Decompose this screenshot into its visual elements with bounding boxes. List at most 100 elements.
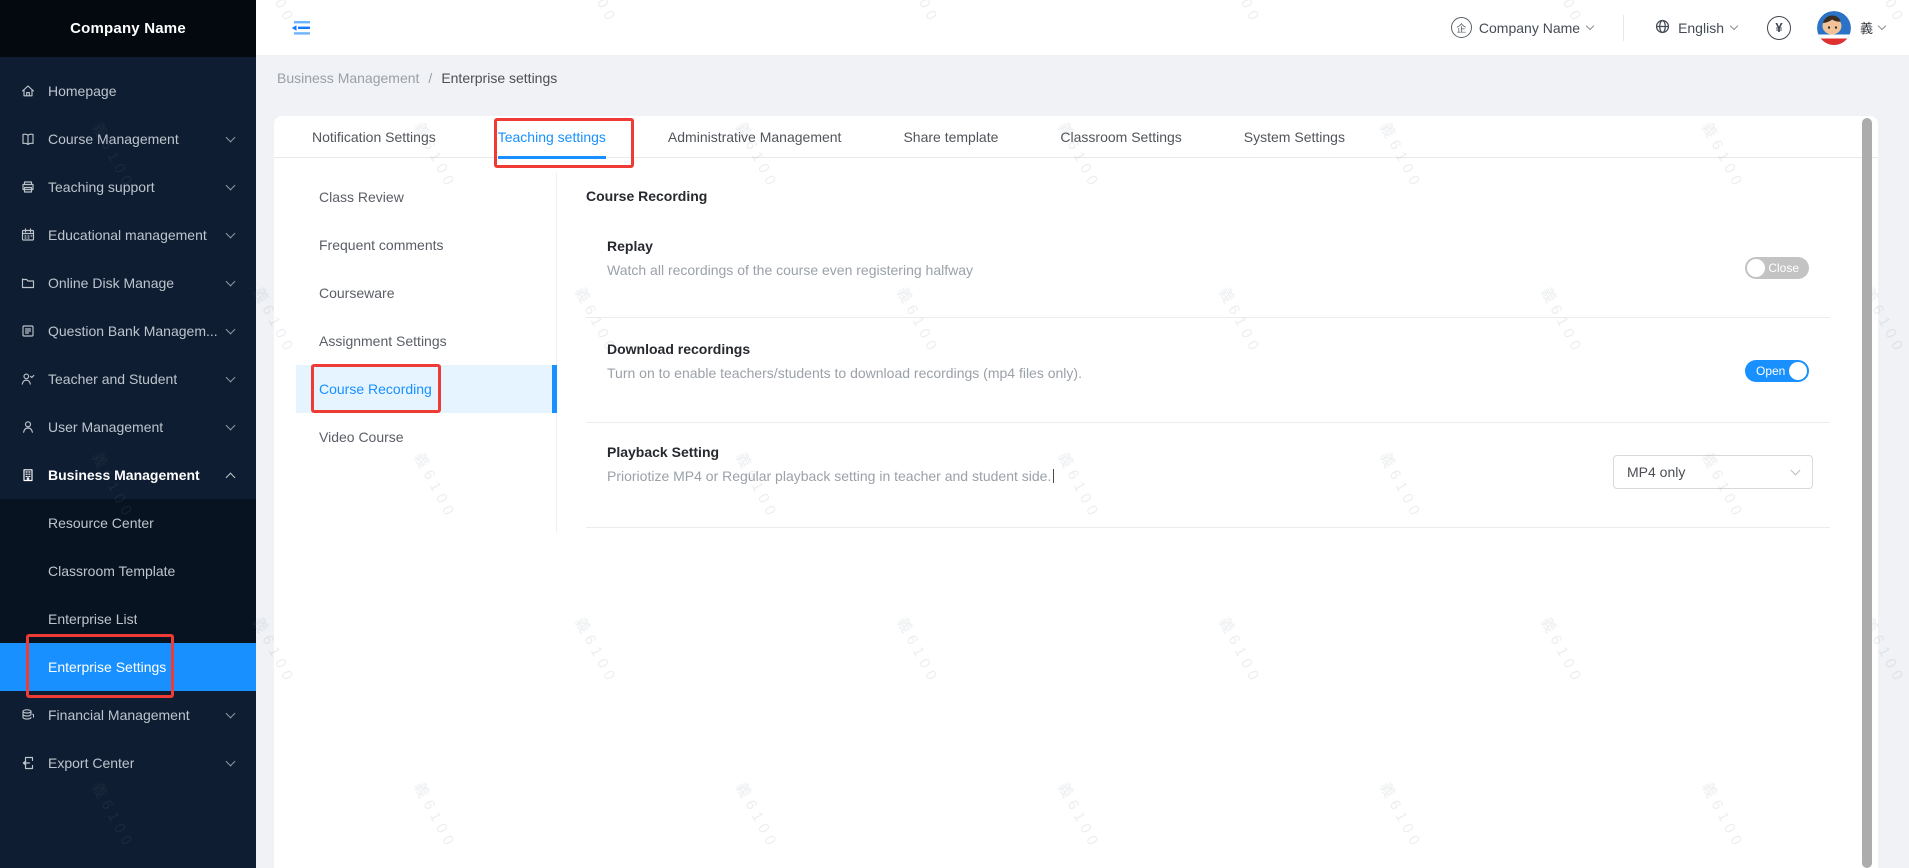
- sidebar-subitem-resource-center[interactable]: Resource Center: [0, 499, 256, 547]
- sidebar-item-online-disk-manage[interactable]: Online Disk Manage: [0, 259, 256, 307]
- chevron-down-icon: [1791, 466, 1801, 476]
- tab-classroom-settings[interactable]: Classroom Settings: [1060, 116, 1181, 158]
- vertical-scrollbar[interactable]: [1862, 118, 1872, 868]
- home-icon: [20, 83, 36, 99]
- sidebar-item-label: Export Center: [48, 755, 134, 771]
- tab-notification-settings[interactable]: Notification Settings: [312, 116, 436, 158]
- currency-yen-icon[interactable]: ¥: [1767, 16, 1791, 40]
- coins-icon: [20, 707, 36, 723]
- user-menu[interactable]: 義: [1860, 18, 1885, 37]
- settings-card: Notification Settings Teaching settings …: [274, 116, 1878, 868]
- chevron-up-icon: [226, 472, 236, 482]
- sidebar-item-question-bank-management[interactable]: Question Bank Managem...: [0, 307, 256, 355]
- toggle-knob: [1789, 362, 1807, 380]
- nav-item-video-course[interactable]: Video Course: [274, 413, 556, 461]
- breadcrumb: Business Management / Enterprise settings: [277, 70, 557, 86]
- sidebar-item-label: Teacher and Student: [48, 371, 177, 387]
- playback-setting-select[interactable]: MP4 only: [1613, 455, 1813, 489]
- book-icon: [20, 131, 36, 147]
- replay-toggle[interactable]: Close: [1745, 257, 1809, 279]
- toggle-knob: [1747, 259, 1765, 277]
- business-management-submenu: Resource Center Classroom Template Enter…: [0, 499, 256, 691]
- breadcrumb-separator: /: [428, 70, 432, 86]
- nav-item-courseware[interactable]: Courseware: [274, 269, 556, 317]
- tab-share-template[interactable]: Share template: [903, 116, 998, 158]
- topbar-right: 企 Company Name English ¥: [1451, 11, 1885, 45]
- chevron-down-icon: [226, 324, 236, 334]
- setting-desc-download-recordings: Turn on to enable teachers/students to d…: [607, 365, 1082, 381]
- download-recordings-toggle[interactable]: Open: [1745, 360, 1809, 382]
- folder-icon: [20, 275, 36, 291]
- chevron-down-icon: [226, 132, 236, 142]
- sidebar-item-label: Homepage: [48, 83, 117, 99]
- enterprise-icon: 企: [1451, 17, 1472, 38]
- sidebar-subitem-classroom-template[interactable]: Classroom Template: [0, 547, 256, 595]
- building-icon: [20, 467, 36, 483]
- username-label: 義: [1860, 18, 1873, 37]
- sidebar-item-course-management[interactable]: Course Management: [0, 115, 256, 163]
- avatar[interactable]: [1817, 11, 1851, 45]
- person-icon: [20, 419, 36, 435]
- setting-title-replay: Replay: [607, 238, 653, 254]
- sidebar-subitem-label: Classroom Template: [48, 563, 175, 579]
- sidebar-subitem-enterprise-list[interactable]: Enterprise List: [0, 595, 256, 643]
- section-heading: Course Recording: [586, 188, 707, 204]
- sidebar-item-user-management[interactable]: User Management: [0, 403, 256, 451]
- chevron-down-icon: [226, 708, 236, 718]
- page: Company Name Homepage Course Management …: [0, 0, 1909, 868]
- company-name-label: Company Name: [1479, 20, 1580, 36]
- toggle-label: Open: [1756, 364, 1785, 378]
- sidebar-item-teacher-and-student[interactable]: Teacher and Student: [0, 355, 256, 403]
- nav-item-class-review[interactable]: Class Review: [274, 173, 556, 221]
- company-logo: Company Name: [0, 0, 256, 57]
- tab-administrative-management[interactable]: Administrative Management: [668, 116, 842, 158]
- language-switcher[interactable]: English: [1654, 18, 1737, 38]
- chevron-down-icon: [226, 276, 236, 286]
- sidebar-item-export-center[interactable]: Export Center: [0, 739, 256, 787]
- row-divider: [586, 317, 1830, 318]
- tab-teaching-settings[interactable]: Teaching settings: [498, 116, 606, 158]
- sidebar-item-label: Question Bank Managem...: [48, 323, 218, 339]
- row-divider: [586, 422, 1830, 423]
- globe-icon: [1654, 18, 1671, 38]
- sidebar: Company Name Homepage Course Management …: [0, 0, 256, 868]
- sidebar-item-homepage[interactable]: Homepage: [0, 67, 256, 115]
- person-check-icon: [20, 371, 36, 387]
- menu-fold-icon[interactable]: [290, 19, 312, 37]
- sidebar-item-educational-management[interactable]: Educational management: [0, 211, 256, 259]
- nav-item-course-recording[interactable]: Course Recording: [296, 365, 556, 413]
- nav-item-frequent-comments[interactable]: Frequent comments: [274, 221, 556, 269]
- setting-desc-playback-setting: Prioriotize MP4 or Regular playback sett…: [607, 468, 1054, 484]
- breadcrumb-item[interactable]: Business Management: [277, 70, 419, 86]
- topbar-divider: [1623, 15, 1624, 41]
- setting-desc-replay: Watch all recordings of the course even …: [607, 262, 973, 278]
- chevron-down-icon: [1878, 22, 1886, 30]
- teaching-settings-nav: Class Review Frequent comments Coursewar…: [274, 173, 557, 533]
- sidebar-item-financial-management[interactable]: Financial Management: [0, 691, 256, 739]
- company-switcher[interactable]: 企 Company Name: [1451, 17, 1593, 38]
- sidebar-item-label: Business Management: [48, 467, 200, 483]
- setting-title-playback-setting: Playback Setting: [607, 444, 719, 460]
- chevron-down-icon: [1730, 22, 1738, 30]
- chevron-down-icon: [226, 228, 236, 238]
- tab-system-settings[interactable]: System Settings: [1244, 116, 1345, 158]
- breadcrumb-current: Enterprise settings: [441, 70, 557, 86]
- sidebar-subitem-enterprise-settings[interactable]: Enterprise Settings: [0, 643, 256, 691]
- row-divider: [586, 527, 1830, 528]
- sidebar-item-teaching-support[interactable]: Teaching support: [0, 163, 256, 211]
- chevron-down-icon: [1586, 22, 1594, 30]
- sidebar-item-business-management[interactable]: Business Management: [0, 451, 256, 499]
- sidebar-item-label: Financial Management: [48, 707, 190, 723]
- text-caret: [1053, 469, 1054, 483]
- sidebar-menu: Homepage Course Management Teaching supp…: [0, 57, 256, 787]
- nav-item-assignment-settings[interactable]: Assignment Settings: [274, 317, 556, 365]
- sidebar-item-label: Educational management: [48, 227, 207, 243]
- sidebar-item-label: Course Management: [48, 131, 179, 147]
- topbar: 企 Company Name English ¥: [256, 0, 1909, 55]
- sidebar-subitem-label: Enterprise Settings: [48, 659, 166, 675]
- sidebar-item-label: User Management: [48, 419, 163, 435]
- chevron-down-icon: [226, 756, 236, 766]
- language-label: English: [1678, 20, 1724, 36]
- settings-tabs: Notification Settings Teaching settings …: [274, 116, 1878, 158]
- printer-icon: [20, 179, 36, 195]
